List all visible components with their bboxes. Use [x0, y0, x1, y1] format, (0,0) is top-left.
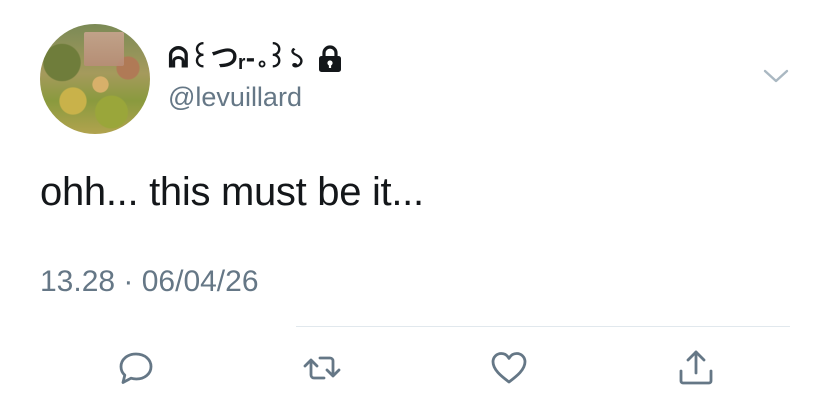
- user-handle[interactable]: @levuillard: [168, 82, 302, 113]
- tweet-timestamp[interactable]: 13.28 · 06/04/26: [40, 265, 259, 299]
- heart-icon: [491, 352, 527, 384]
- tweet-text: ohh... this must be it...: [40, 170, 424, 214]
- share-icon: [679, 350, 713, 385]
- avatar[interactable]: [40, 24, 150, 134]
- lock-icon: [316, 44, 344, 74]
- share-button[interactable]: [674, 346, 718, 390]
- divider: [296, 326, 790, 327]
- reply-button[interactable]: [114, 346, 158, 390]
- display-name[interactable]: ᕱ꒰つᵣ-｡꒱১: [168, 36, 306, 83]
- retweet-icon: [303, 356, 341, 380]
- retweet-button[interactable]: [300, 346, 344, 390]
- tweet-card: ᕱ꒰つᵣ-｡꒱১ @levuillard ohh... this must be…: [0, 0, 828, 417]
- display-name-row[interactable]: ᕱ꒰つᵣ-｡꒱১: [168, 42, 344, 76]
- chevron-down-icon[interactable]: [762, 64, 790, 88]
- reply-icon: [119, 352, 153, 384]
- avatar-painting-house: [84, 32, 124, 66]
- like-button[interactable]: [487, 346, 531, 390]
- action-bar: [0, 346, 828, 394]
